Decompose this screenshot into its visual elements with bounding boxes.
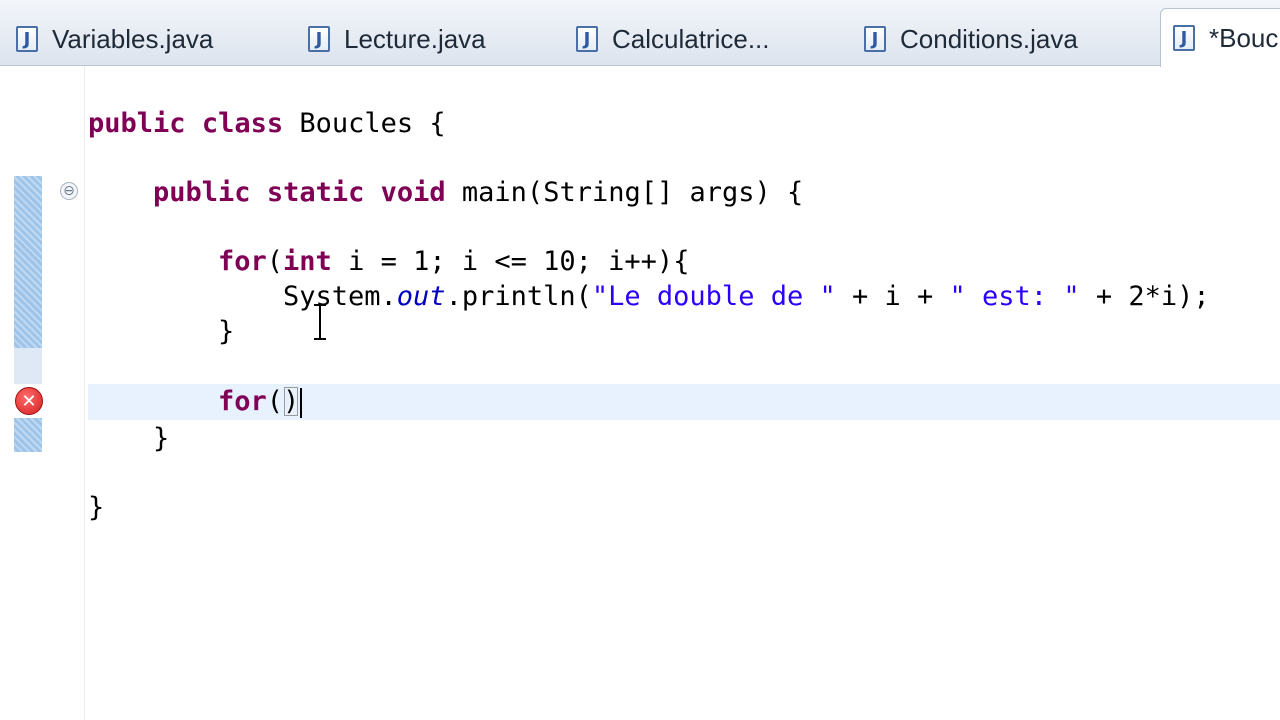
code-editor[interactable]: public class Boucles { public static voi… bbox=[0, 0, 1280, 720]
matching-bracket: ) bbox=[283, 386, 300, 417]
code-line-5: } bbox=[218, 316, 235, 347]
code-line-1: public class Boucles { bbox=[88, 108, 446, 139]
code-line-6: for() bbox=[218, 384, 303, 420]
text-caret bbox=[300, 387, 303, 418]
code-line-8: } bbox=[88, 492, 105, 523]
code-line-2: public static void main(String[] args) { bbox=[153, 177, 804, 208]
code-line-4: System.out.println("Le double de " + i +… bbox=[283, 281, 1210, 312]
code-line-7: } bbox=[153, 423, 170, 454]
code-line-3: for(int i = 1; i <= 10; i++){ bbox=[218, 246, 690, 277]
mouse-ibeam-cursor bbox=[314, 304, 326, 340]
